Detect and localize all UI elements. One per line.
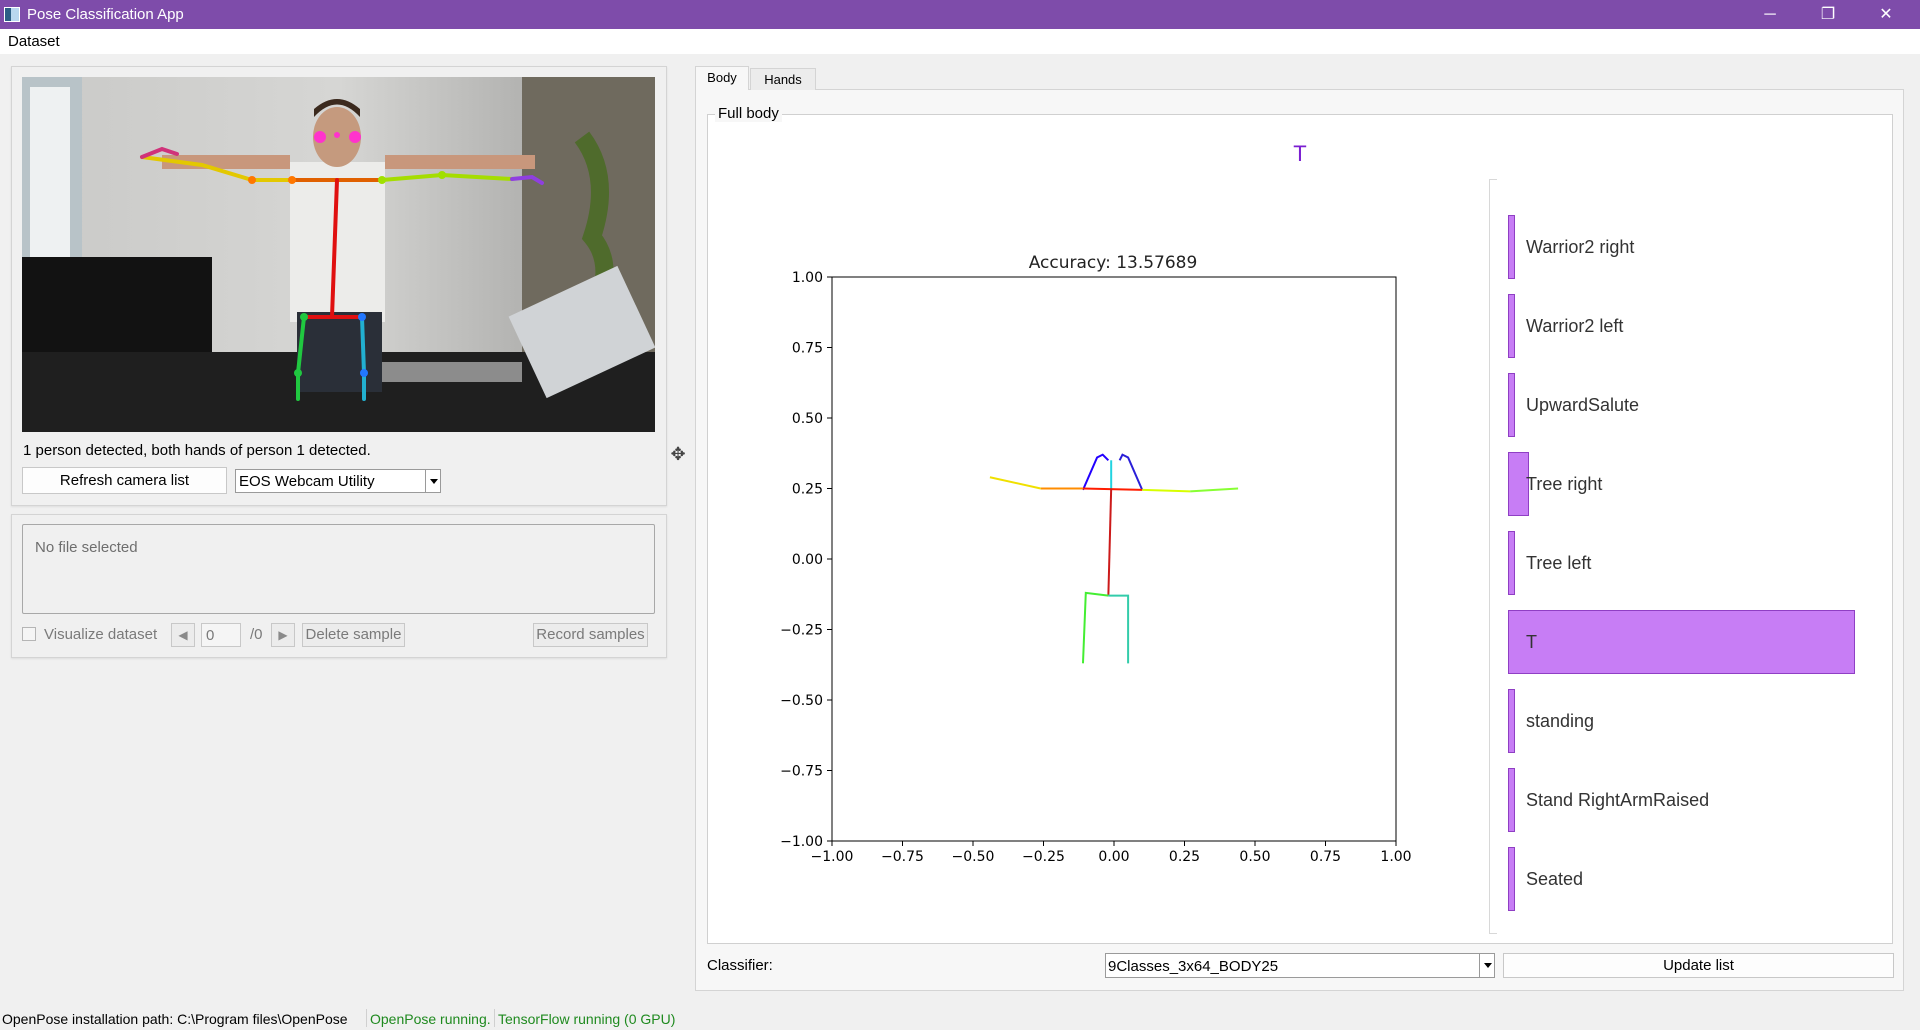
y-tick-label: −0.50 [780,693,823,709]
visualize-label: Visualize dataset [44,626,158,643]
class-label: UpwardSalute [1526,395,1640,415]
file-placeholder: No file selected [35,539,138,556]
class-label: Seated [1526,869,1584,889]
y-tick-label: 0.75 [792,341,823,357]
x-tick-label: −0.75 [881,849,924,865]
visualize-checkbox[interactable] [22,627,36,641]
y-tick-label: 0.25 [792,482,823,498]
skeleton-limb [1082,487,1143,491]
classifier-label: Classifier: [707,957,773,974]
class-probability-bar [1508,847,1515,911]
camera-feed [22,77,655,432]
restore-icon: ❐ [1820,6,1836,23]
class-probability-bar [1508,373,1515,437]
class-label: Warrior2 right [1526,237,1635,257]
menu-dataset[interactable]: Dataset [8,33,60,50]
y-tick-label: 0.00 [792,552,823,568]
update-list-button[interactable]: Update list [1503,953,1894,978]
restore-button[interactable]: ❐ [1799,0,1857,29]
tab-hands[interactable]: Hands [750,68,816,90]
camera-select-value: EOS Webcam Utility [239,473,375,490]
delete-sample-button[interactable]: Delete sample [302,623,405,647]
splitter-handle[interactable]: ✥ [668,444,688,464]
record-samples-button[interactable]: Record samples [533,623,648,647]
class-probability-bar [1508,294,1515,358]
sample-total: /0 [250,626,263,643]
plot-title: Accuracy: 13.57689 [1029,253,1198,273]
x-tick-label: 1.00 [1380,849,1411,865]
x-tick-label: 0.25 [1169,849,1200,865]
skeleton-plot: Accuracy: 13.57689 −1.00 −0.75 −0.50 −0.25 0… [780,253,1411,865]
chevron-down-icon [425,470,440,492]
y-tick-label: −1.00 [780,834,823,850]
window-title: Pose Classification App [27,6,184,23]
file-display: No file selected [22,524,655,614]
classifier-select-value: 9Classes_3x64_BODY25 [1108,958,1279,975]
minimize-button[interactable]: ─ [1741,0,1799,29]
plot-axes [831,276,1397,842]
status-separator [494,1009,495,1027]
y-tick-label: −0.75 [780,764,823,780]
tensorflow-status: TensorFlow running (0 GPU) [498,1011,676,1027]
menu-bar: Dataset [0,29,1920,54]
class-probability-bar [1508,610,1855,674]
y-tick-label: −0.25 [780,623,823,639]
app-icon [4,7,20,22]
class-label: Tree right [1526,474,1603,494]
skeleton-limb [1142,488,1191,493]
class-label: T [1526,632,1537,652]
openpose-status: OpenPose running. [370,1011,491,1027]
previous-sample-button[interactable]: ◀ [171,623,195,647]
group-title: Full body [715,105,782,122]
openpose-path: OpenPose installation path: C:\Program f… [2,1011,348,1027]
x-tick-label: −1.00 [811,849,854,865]
classes-scroll-frame [1489,179,1497,934]
x-tick-label: 0.50 [1239,849,1270,865]
camera-select[interactable]: EOS Webcam Utility [235,469,441,493]
class-label: standing [1526,711,1595,731]
refresh-camera-button[interactable]: Refresh camera list [22,467,227,494]
chevron-right-icon: ▶ [278,628,288,642]
class-probability-bar [1508,531,1515,595]
sample-index-value: 0 [206,627,215,644]
title-bar: Pose Classification App ─ ❐ ✕ [0,0,1920,29]
x-tick-label: 0.75 [1310,849,1341,865]
move-icon: ✥ [670,444,686,464]
class-label: Tree left [1526,553,1592,573]
status-separator [366,1009,367,1027]
y-tick-label: 0.50 [792,411,823,427]
close-icon: ✕ [1879,6,1893,23]
tab-body[interactable]: Body [695,66,749,90]
class-probability-bar [1508,689,1515,753]
x-tick-label: −0.25 [1022,849,1065,865]
camera-image [22,77,655,432]
detection-status: 1 person detected, both hands of person … [23,442,371,459]
chevron-left-icon: ◀ [178,628,188,642]
class-label: Stand RightArmRaised [1526,790,1710,810]
next-sample-button[interactable]: ▶ [271,623,295,647]
class-probability-bar [1508,215,1515,279]
minimize-icon: ─ [1764,6,1776,23]
chevron-down-icon [1479,954,1494,977]
close-button[interactable]: ✕ [1857,0,1915,29]
class-label: Warrior2 left [1526,316,1624,336]
prediction-label: T [1293,141,1307,166]
x-tick-label: 0.00 [1098,849,1129,865]
class-probability-bar [1508,768,1515,832]
sample-index-input[interactable]: 0 [201,623,241,647]
y-tick-label: 1.00 [792,270,823,286]
classifier-select[interactable]: 9Classes_3x64_BODY25 [1105,953,1495,978]
x-tick-label: −0.50 [952,849,995,865]
